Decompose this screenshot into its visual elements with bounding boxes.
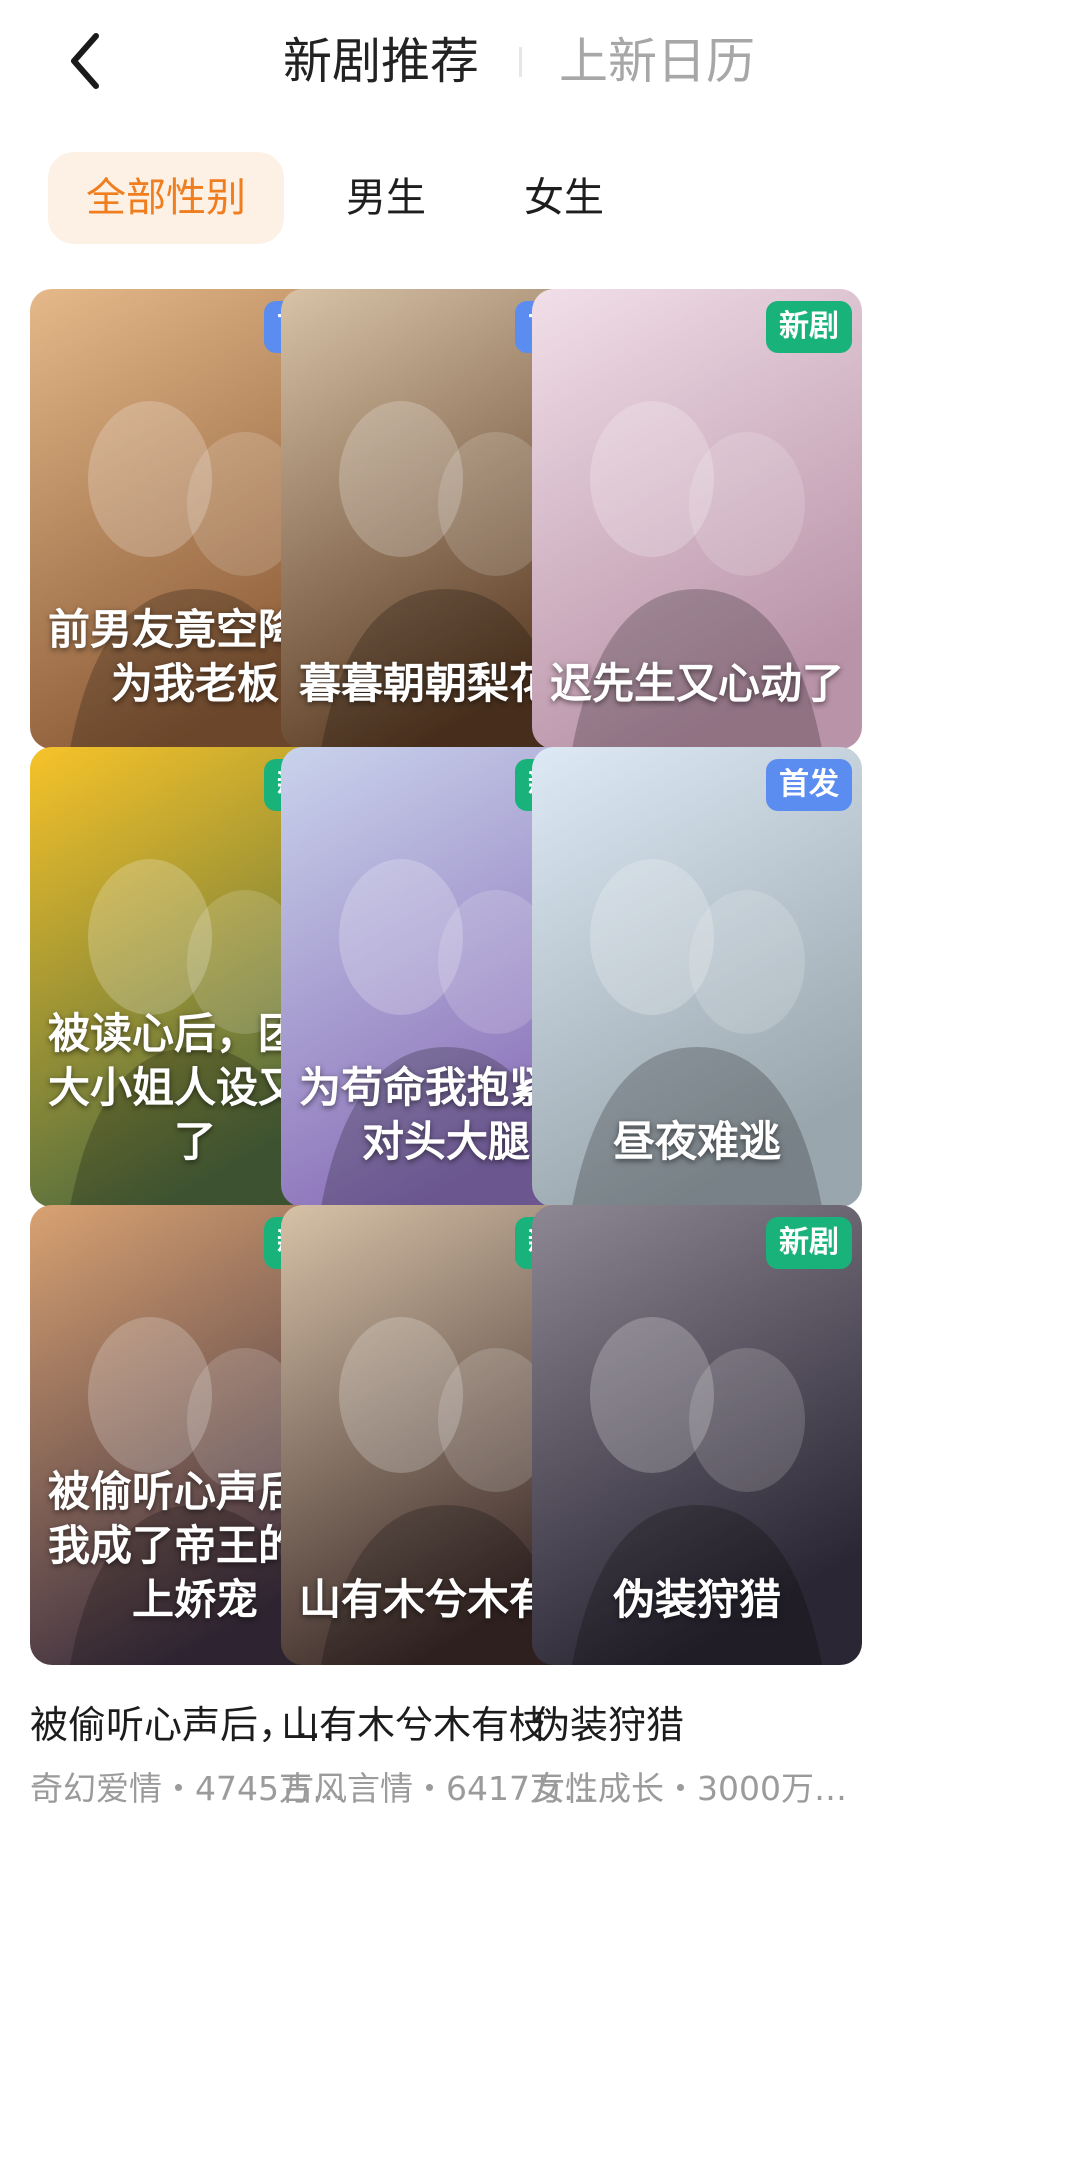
drama-poster[interactable]: 伪装狩猎 新剧: [532, 1205, 862, 1665]
top-bar: 新剧推荐 上新日历: [0, 0, 1080, 120]
filter-male[interactable]: 男生: [346, 152, 426, 244]
drama-poster[interactable]: 昼夜难逃 首发: [532, 747, 862, 1207]
header-tabs: 新剧推荐 上新日历: [283, 22, 755, 102]
drama-card[interactable]: 伪装狩猎 新剧伪装狩猎女性成长・3000万热度: [532, 1205, 862, 1813]
status-badge: 新剧: [766, 1217, 852, 1269]
status-badge: 新剧: [766, 301, 852, 353]
tab-divider: [519, 47, 523, 77]
status-badge: 首发: [766, 759, 852, 811]
filter-all-genders[interactable]: 全部性别: [48, 152, 284, 244]
poster-title-art: 伪装狩猎: [612, 1575, 781, 1624]
poster-title-art: 昼夜难逃: [612, 1117, 781, 1166]
drama-meta: 女性成长・3000万热度: [532, 1769, 862, 1808]
drama-title[interactable]: 伪装狩猎: [532, 1697, 862, 1753]
filter-female[interactable]: 女生: [524, 152, 604, 244]
drama-poster[interactable]: 迟先生又心动了 新剧: [532, 289, 862, 749]
gender-filter: 全部性别 男生 女生: [48, 152, 604, 244]
chevron-left-icon[interactable]: [62, 26, 122, 96]
tab-new-release-calendar[interactable]: 上新日历: [559, 22, 755, 102]
poster-title-art: 迟先生又心动了: [550, 659, 845, 708]
tab-new-drama-recommend[interactable]: 新剧推荐: [283, 22, 479, 102]
